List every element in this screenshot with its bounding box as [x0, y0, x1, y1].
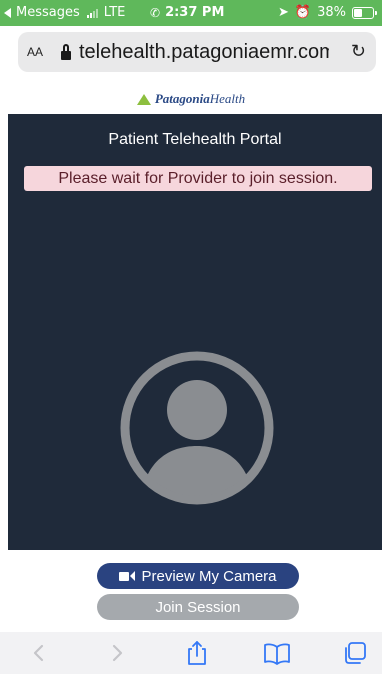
phone-icon: ✆ [150, 5, 161, 20]
address-bar[interactable]: AA telehealth.patagoniaemr.com ↻ [18, 32, 376, 72]
back-icon[interactable] [30, 640, 48, 666]
url-text[interactable]: telehealth.patagoniaemr.com [79, 41, 329, 64]
alarm-icon: ⏰ [294, 5, 312, 20]
join-session-button[interactable]: Join Session [97, 594, 299, 620]
battery-label: 38% [317, 5, 346, 20]
brand-header: PatagoniaHealth [0, 84, 382, 114]
location-icon: ➤ [278, 5, 289, 20]
bookmarks-icon[interactable] [263, 640, 291, 666]
battery-icon [352, 6, 377, 19]
share-icon[interactable] [185, 640, 209, 666]
reader-mode-label: AA [27, 45, 44, 59]
join-session-label: Join Session [155, 598, 241, 616]
time-label: 2:37 PM [165, 5, 225, 20]
wait-banner: Please wait for Provider to join session… [24, 166, 372, 191]
network-label: LTE [103, 5, 126, 20]
brand-name-rest: Health [209, 91, 246, 106]
address-area: AA telehealth.patagoniaemr.com ↻ [0, 26, 382, 84]
status-left[interactable]: Messages LTE [4, 5, 125, 20]
browser-toolbar [0, 632, 382, 674]
reader-mode-button[interactable]: AA [27, 43, 53, 61]
preview-camera-label: Preview My Camera [141, 567, 277, 585]
preview-camera-button[interactable]: Preview My Camera [97, 563, 299, 589]
lock-icon [61, 43, 71, 60]
brand-logo: PatagoniaHealth [155, 91, 245, 107]
back-to-app-icon [4, 7, 11, 18]
video-area: Patient Telehealth Portal Please wait fo… [8, 114, 382, 550]
brand-name-bold: Patagonia [154, 91, 210, 106]
status-bar: Messages LTE ✆ 2:37 PM ➤ ⏰ 38% [0, 0, 382, 26]
reload-icon[interactable]: ↻ [351, 41, 366, 62]
tabs-icon[interactable] [342, 640, 368, 666]
status-right: ➤ ⏰ 38% [278, 5, 377, 20]
logo-mark-icon [136, 93, 151, 105]
page-title: Patient Telehealth Portal [108, 131, 282, 148]
avatar-icon [120, 351, 274, 505]
carrier-label: Messages [16, 5, 80, 20]
forward-icon[interactable] [108, 640, 126, 666]
signal-icon [86, 8, 98, 18]
status-center: ✆ 2:37 PM [150, 5, 224, 20]
camera-icon [119, 571, 136, 581]
